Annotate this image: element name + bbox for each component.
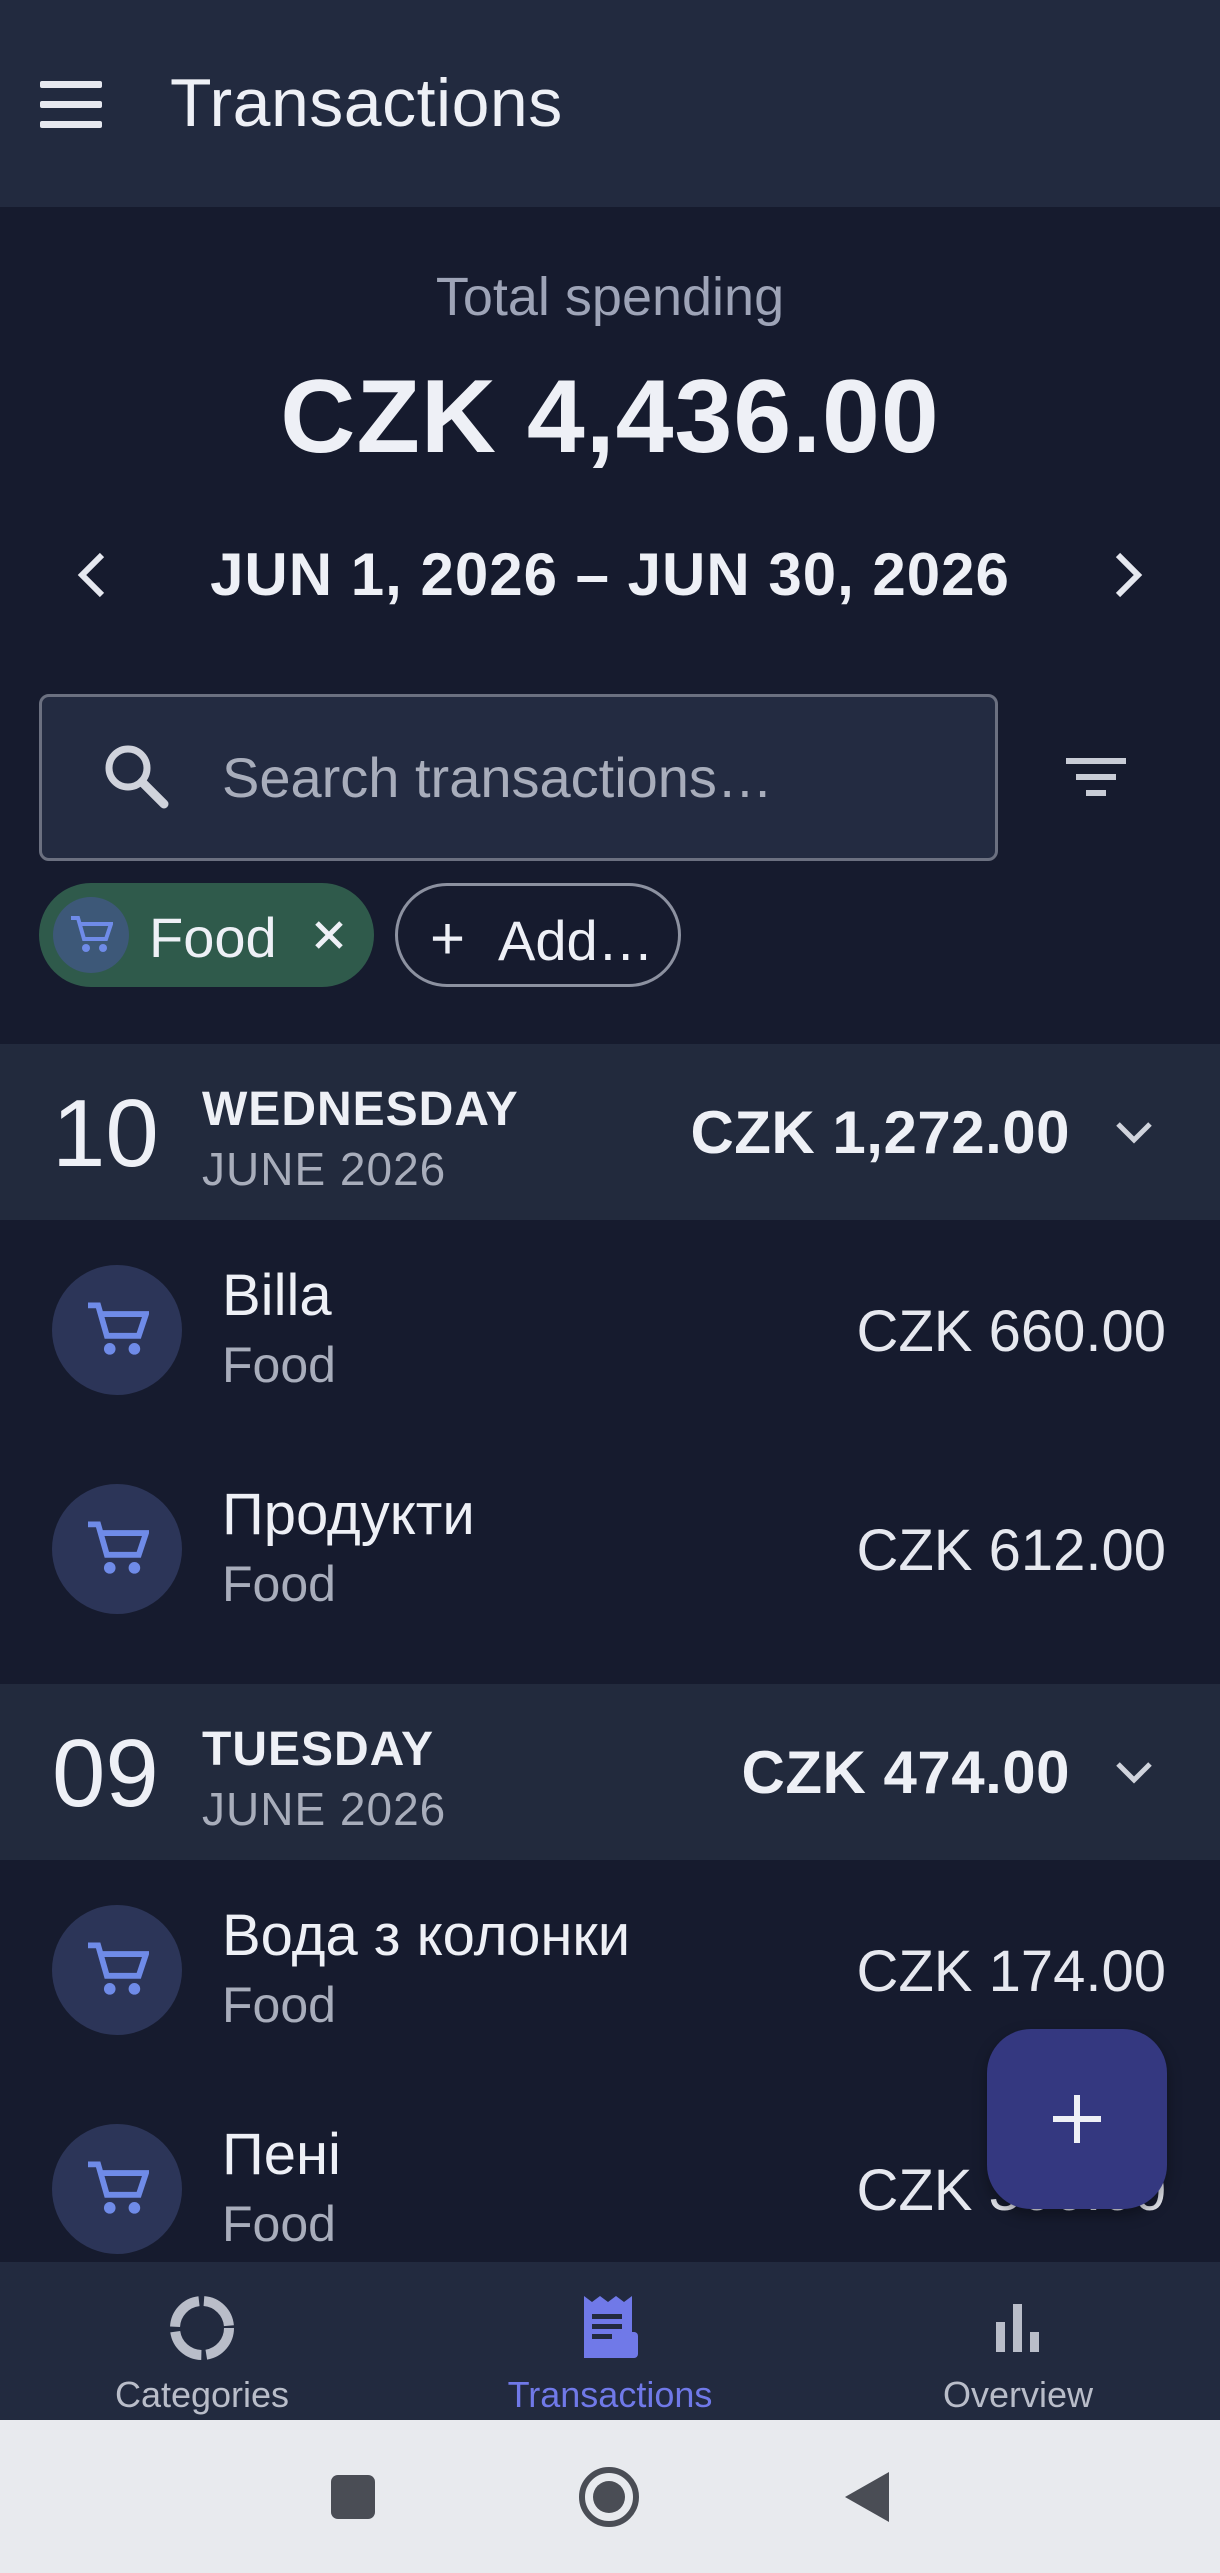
transaction-row[interactable]: Billa Food CZK 660.00: [0, 1220, 1220, 1439]
receipt-icon: [570, 2288, 650, 2368]
transaction-name: Пені: [222, 2122, 341, 2187]
chevron-down-icon[interactable]: [1104, 1102, 1164, 1162]
day-number: 10: [52, 1080, 159, 1187]
next-period-chevron-icon[interactable]: [1094, 540, 1164, 610]
search-field[interactable]: [39, 694, 998, 861]
recents-square-icon[interactable]: [318, 2462, 388, 2532]
transaction-category: Food: [222, 2196, 336, 2252]
plus-icon: [1053, 2095, 1101, 2143]
bar-chart-icon: [978, 2288, 1058, 2368]
chip-label: Food: [149, 906, 277, 969]
close-icon[interactable]: [299, 905, 359, 965]
chip-label: Add…: [498, 909, 654, 972]
nav-label: Transactions: [507, 2374, 713, 2415]
filter-icon[interactable]: [1060, 744, 1136, 808]
home-circle-icon[interactable]: [574, 2462, 644, 2532]
back-triangle-icon[interactable]: [832, 2462, 902, 2532]
nav-item-overview[interactable]: Overview: [858, 2262, 1178, 2420]
day-header[interactable]: 09 TUESDAY JUNE 2026 CZK 474.00: [0, 1684, 1220, 1860]
day-month: JUNE 2026: [202, 1783, 447, 1835]
transaction-amount: CZK 660.00: [856, 1299, 1166, 1364]
add-transaction-button[interactable]: [987, 2029, 1167, 2209]
day-number: 09: [52, 1720, 159, 1827]
previous-period-chevron-icon[interactable]: [56, 540, 126, 610]
shopping-cart-icon: [52, 1905, 182, 2035]
total-spending-label: Total spending: [435, 267, 785, 327]
add-filter-chip[interactable]: + Add…: [395, 883, 681, 987]
plus-icon: +: [430, 905, 466, 972]
app-bar: Transactions: [0, 0, 1220, 207]
day-month: JUNE 2026: [202, 1143, 447, 1195]
day-total: CZK 474.00: [741, 1739, 1070, 1806]
shopping-cart-icon: [52, 1484, 182, 1614]
transaction-category: Food: [222, 1977, 336, 2033]
hamburger-menu-icon[interactable]: [40, 72, 114, 136]
search-icon: [100, 740, 172, 817]
transaction-name: Продукти: [222, 1482, 475, 1547]
day-header[interactable]: 10 WEDNESDAY JUNE 2026 CZK 1,272.00: [0, 1044, 1220, 1220]
transaction-row[interactable]: Продукти Food CZK 612.00: [0, 1439, 1220, 1658]
search-input[interactable]: [222, 737, 962, 817]
shopping-cart-icon: [52, 1265, 182, 1395]
shopping-cart-icon: [52, 2124, 182, 2254]
day-weekday: WEDNESDAY: [202, 1083, 519, 1136]
page-title: Transactions: [170, 65, 563, 141]
date-range-label[interactable]: JUN 1, 2026 – JUN 30, 2026: [150, 540, 1070, 610]
donut-chart-icon: [162, 2288, 242, 2368]
nav-item-transactions[interactable]: Transactions: [450, 2262, 770, 2420]
chevron-down-icon[interactable]: [1104, 1742, 1164, 1802]
shopping-cart-icon: [53, 897, 129, 973]
nav-label: Overview: [942, 2374, 1094, 2415]
transaction-category: Food: [222, 1337, 336, 1393]
transaction-name: Вода з колонки: [222, 1903, 631, 1968]
total-spending-amount: CZK 4,436.00: [280, 359, 940, 475]
nav-item-categories[interactable]: Categories: [42, 2262, 362, 2420]
transaction-amount: CZK 174.00: [856, 1939, 1166, 2004]
system-navigation-bar: [0, 2420, 1220, 2573]
nav-label: Categories: [114, 2374, 290, 2415]
transaction-category: Food: [222, 1556, 336, 1612]
bottom-navigation: Categories Transactions Overview: [0, 2262, 1220, 2420]
day-total: CZK 1,272.00: [690, 1099, 1070, 1166]
transaction-amount: CZK 612.00: [856, 1518, 1166, 1583]
transaction-name: Billa: [222, 1263, 332, 1328]
food-filter-chip[interactable]: Food: [39, 883, 374, 987]
day-weekday: TUESDAY: [202, 1723, 434, 1776]
